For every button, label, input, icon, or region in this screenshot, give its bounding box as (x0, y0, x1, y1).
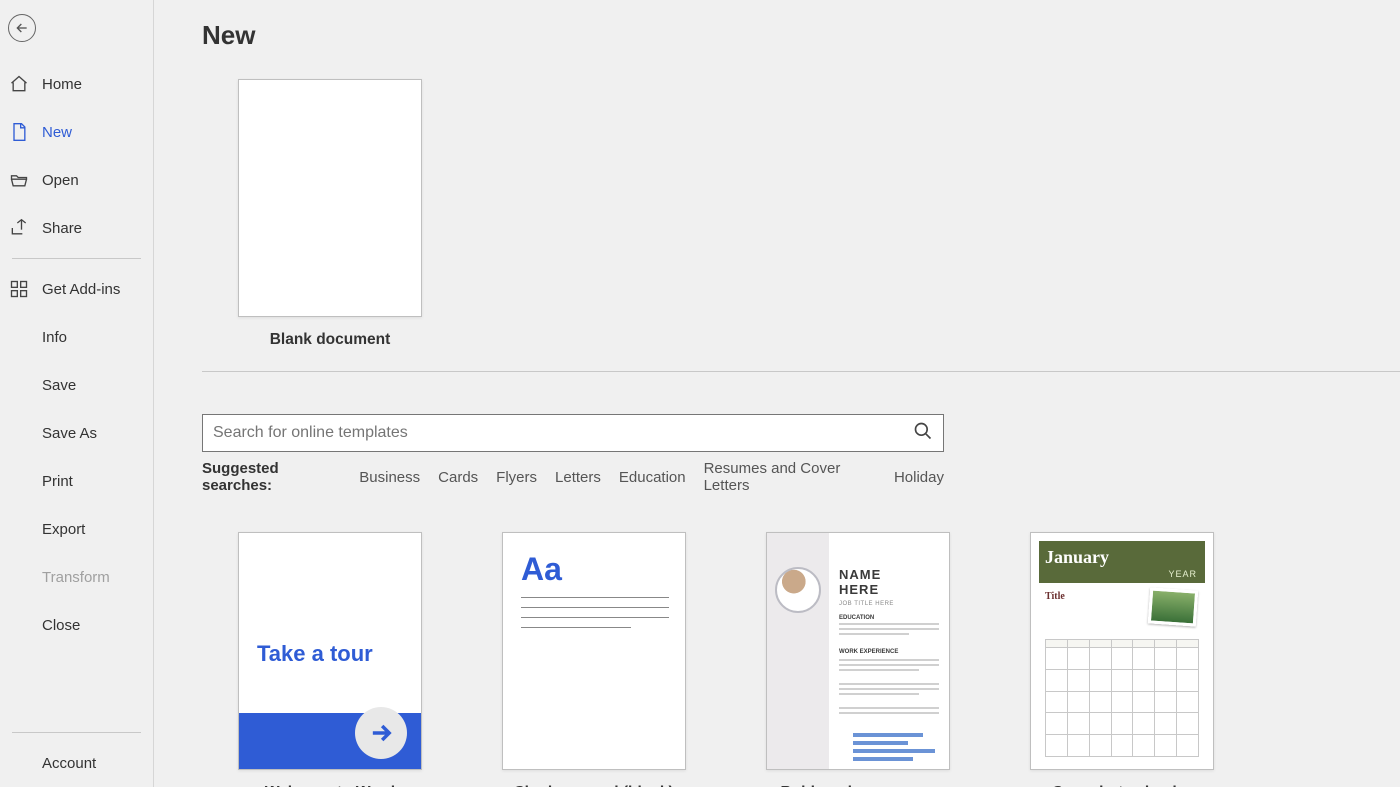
sidebar-item-open[interactable]: Open (0, 156, 153, 204)
sidebar-item-label: Info (42, 329, 67, 346)
sidebar-divider (12, 732, 141, 733)
template-thumbnail: Aa (502, 532, 686, 770)
sidebar-item-home[interactable]: Home (0, 60, 153, 108)
search-hint-letters[interactable]: Letters (555, 469, 601, 486)
template-single-spaced[interactable]: Aa Single spaced (blank) (502, 532, 686, 787)
search-hint-education[interactable]: Education (619, 469, 686, 486)
sidebar-item-save-as[interactable]: Save As (0, 409, 153, 457)
sidebar-item-label: Open (42, 172, 79, 189)
sidebar-item-account[interactable]: Account (0, 739, 153, 787)
arrow-left-icon (14, 20, 30, 36)
section-divider (202, 371, 1400, 372)
sidebar-item-save[interactable]: Save (0, 361, 153, 409)
template-bold-modern-resume[interactable]: NAMEHERE JOB TITLE HERE EDUCATION WORK E… (766, 532, 950, 787)
share-icon (8, 217, 30, 239)
sidebar-item-label: Save As (42, 425, 97, 442)
photo-icon (1148, 587, 1198, 626)
home-icon (8, 73, 30, 95)
sidebar-item-label: New (42, 124, 72, 141)
sidebar-item-label: Get Add-ins (42, 281, 120, 298)
suggested-searches-label: Suggested searches: (202, 460, 341, 494)
sidebar-item-label: Close (42, 617, 80, 634)
template-label: Blank document (270, 331, 391, 349)
page-title: New (202, 20, 1400, 51)
main-panel: New Blank document Suggested searches: B… (154, 0, 1400, 787)
sidebar-item-label: Print (42, 473, 73, 490)
sidebar-item-get-addins[interactable]: Get Add-ins (0, 265, 153, 313)
search-icon[interactable] (913, 421, 933, 446)
template-welcome-to-word[interactable]: Take a tour Welcome to Word (238, 532, 422, 787)
document-icon (8, 121, 30, 143)
sidebar-item-label: Home (42, 76, 82, 93)
sidebar-item-print[interactable]: Print (0, 457, 153, 505)
tour-text: Take a tour (257, 641, 373, 667)
sidebar-item-transform: Transform (0, 553, 153, 601)
search-hint-flyers[interactable]: Flyers (496, 469, 537, 486)
template-search-box[interactable] (202, 414, 944, 452)
template-blank-document[interactable]: Blank document (238, 79, 422, 349)
template-thumbnail: Take a tour (238, 532, 422, 770)
sidebar-item-label: Share (42, 220, 82, 237)
addins-icon (8, 278, 30, 300)
search-hint-cards[interactable]: Cards (438, 469, 478, 486)
suggested-searches: Suggested searches: Business Cards Flyer… (202, 460, 944, 494)
avatar-icon (775, 567, 821, 613)
sidebar-divider (12, 258, 141, 259)
sidebar-item-share[interactable]: Share (0, 204, 153, 252)
back-button[interactable] (8, 14, 36, 42)
sidebar-item-export[interactable]: Export (0, 505, 153, 553)
sidebar-item-close[interactable]: Close (0, 601, 153, 649)
folder-open-icon (8, 169, 30, 191)
backstage-sidebar: Home New Open Share Get Add-ins Info Sav… (0, 0, 154, 787)
template-thumbnail (238, 79, 422, 317)
sidebar-item-label: Save (42, 377, 76, 394)
search-input[interactable] (213, 424, 913, 442)
template-thumbnail: NAMEHERE JOB TITLE HERE EDUCATION WORK E… (766, 532, 950, 770)
sidebar-item-info[interactable]: Info (0, 313, 153, 361)
sidebar-item-label: Export (42, 521, 85, 538)
sidebar-item-new[interactable]: New (0, 108, 153, 156)
arrow-right-circle-icon (355, 707, 407, 759)
sidebar-item-label: Transform (42, 569, 110, 586)
sample-text: Aa (521, 551, 562, 588)
search-hint-holiday[interactable]: Holiday (894, 469, 944, 486)
search-hint-resumes[interactable]: Resumes and Cover Letters (704, 460, 876, 494)
template-thumbnail: January YEAR Title (1030, 532, 1214, 770)
template-snapshot-calendar[interactable]: January YEAR Title Snapshot calen (1030, 532, 1214, 787)
search-hint-business[interactable]: Business (359, 469, 420, 486)
sidebar-item-label: Account (42, 755, 96, 772)
